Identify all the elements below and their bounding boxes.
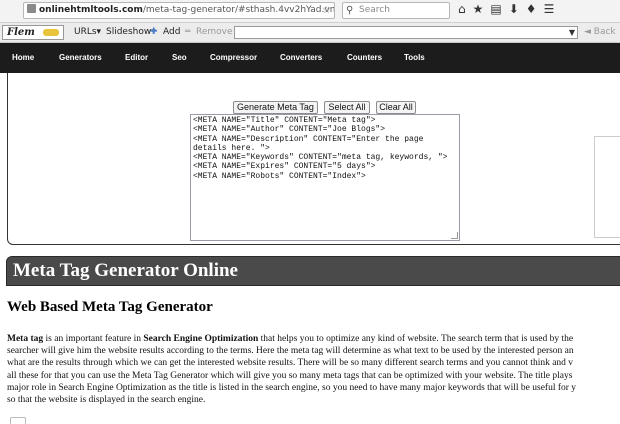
page-title: Meta Tag Generator Online [13, 260, 238, 281]
paragraph-line: Meta tag is an important feature in Sear… [7, 333, 620, 345]
url-field[interactable]: onlinehtmltools.com/meta-tag-generator/#… [23, 2, 335, 19]
menu-icon[interactable]: ☰ [544, 2, 562, 16]
nav-compressor[interactable]: Compressor [210, 43, 257, 73]
add-button[interactable]: Add [163, 23, 180, 42]
home-icon[interactable]: ⌂ [458, 2, 473, 16]
section-heading: Web Based Meta Tag Generator [7, 299, 213, 315]
side-panel [594, 136, 620, 238]
nav-editor[interactable]: Editor [125, 43, 148, 73]
remove-button[interactable]: Remove [196, 23, 233, 42]
logo-mark-icon [43, 29, 59, 36]
search-input[interactable]: ⚲ Search [342, 2, 450, 19]
browser-address-bar: onlinehtmltools.com/meta-tag-generator/#… [0, 0, 620, 23]
browser-toolbar-icons: ⌂★▤⬇♦☰ [458, 2, 561, 20]
site-icon [27, 4, 36, 13]
paragraph-line: so that the website is displayed in the … [7, 395, 206, 406]
text-run: is an important feature in [43, 334, 144, 344]
clear-all-button[interactable]: Clear All [376, 101, 416, 114]
resize-grip-icon[interactable] [451, 232, 458, 239]
paragraph-line: what are the results through which we ca… [7, 358, 574, 369]
article-paragraph: Meta tag is an important feature in Sear… [7, 333, 620, 413]
nav-counters[interactable]: Counters [347, 43, 382, 73]
download-icon[interactable]: ⬇ [509, 2, 526, 16]
back-button[interactable]: ◄ Back [584, 23, 616, 42]
text-run: that helps you to optimize any kind of w… [258, 334, 574, 344]
meta-output-textarea[interactable]: <META NAME="Title" CONTENT="Meta tag"> <… [190, 114, 460, 241]
nav-generators[interactable]: Generators [59, 43, 102, 73]
paragraph-line: searcher will give him the website resul… [7, 346, 574, 357]
secondary-toolbar: Flem URLs▾ Slideshow▾ ✚ Add ═ Remove ▼ ◄… [0, 23, 620, 43]
clipboard-icon[interactable]: ▤ [490, 2, 508, 16]
url-domain: onlinehtmltools.com [39, 5, 143, 15]
meta-output-text: <META NAME="Title" CONTENT="Meta tag"> <… [193, 116, 448, 181]
slideshow-button[interactable]: Slideshow▾ [106, 23, 156, 42]
nav-home[interactable]: Home [12, 43, 34, 73]
back-label: Back [593, 27, 616, 37]
nav-tools[interactable]: Tools [404, 43, 425, 73]
search-placeholder: Search [359, 5, 390, 15]
paragraph-line: major role in Search Engine Optimization… [7, 382, 577, 393]
remove-minus-icon: ═ [185, 27, 191, 37]
logo-text: Flem [7, 27, 35, 38]
bookmark-star-icon[interactable]: ☆ [322, 3, 331, 18]
select-all-button[interactable]: Select All [324, 101, 370, 114]
chevron-down-icon: ▼ [568, 28, 575, 37]
nav-seo[interactable]: Seo [172, 43, 187, 73]
generate-meta-tag-button[interactable]: Generate Meta Tag [233, 101, 318, 114]
nav-converters[interactable]: Converters [280, 43, 322, 73]
urls-button[interactable]: URLs▾ [74, 23, 101, 42]
addon-icon[interactable]: ♦ [526, 2, 544, 16]
bookmarks-icon[interactable]: ★ [473, 2, 491, 16]
paragraph-line: all these for that you can use the Meta … [7, 370, 573, 381]
bold-term: Meta tag [7, 334, 44, 344]
page-title-bar: Meta Tag Generator Online [6, 256, 620, 286]
add-plus-icon: ✚ [150, 27, 158, 37]
url-list-select[interactable]: ▼ [234, 26, 578, 39]
bold-term: Search Engine Optimization [143, 334, 259, 344]
site-nav: Home Generators Editor Seo Compressor Co… [0, 43, 620, 73]
flem-logo[interactable]: Flem [2, 25, 64, 40]
url-path: /meta-tag-generator/#sthash.4vv2hYad.vmT… [142, 5, 334, 15]
search-icon: ⚲ [346, 5, 354, 16]
